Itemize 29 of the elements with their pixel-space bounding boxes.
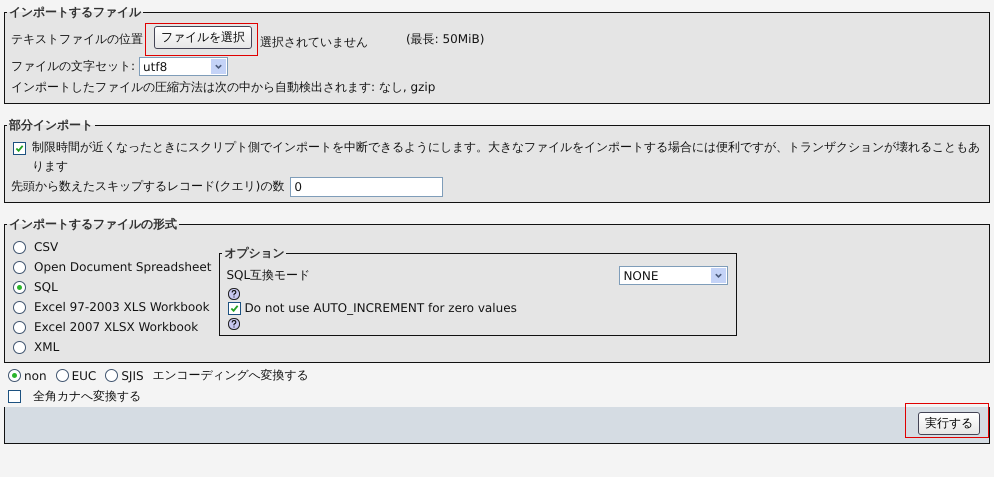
no-file-text: 選択されていません bbox=[260, 34, 368, 51]
checkbox-label: Do not use AUTO_INCREMENT for zero values bbox=[244, 301, 517, 315]
panel-title: インポートするファイルの形式 bbox=[8, 216, 178, 233]
radio-label: SQL bbox=[34, 280, 58, 294]
choose-file-button[interactable]: ファイルを選択 bbox=[154, 26, 252, 49]
radio-label: CSV bbox=[34, 240, 58, 254]
execute-button[interactable]: 実行する bbox=[918, 412, 980, 435]
radio-label: SJIS bbox=[121, 368, 144, 382]
encoding-label: エンコーディングへ変換する bbox=[152, 367, 309, 384]
skip-count-field[interactable]: 0 bbox=[290, 176, 444, 196]
charset-select[interactable]: utf8 bbox=[139, 57, 228, 76]
field-label: テキストファイルの位置 bbox=[11, 31, 143, 48]
field-label: ファイルの文字セット: bbox=[11, 58, 136, 75]
compression-note: インポートしたファイルの圧縮方法は次の中から自動検出されます: なし, gzip bbox=[11, 79, 436, 96]
max-size-text: (最長: 50MiB) bbox=[406, 31, 484, 48]
radio-label: Open Document Spreadsheet bbox=[34, 260, 212, 274]
radio-label: Excel 2007 XLSX Workbook bbox=[34, 320, 198, 334]
panel-title: 部分インポート bbox=[8, 117, 94, 134]
checkbox-label: 全角カナへ変換する bbox=[33, 388, 141, 405]
compat-mode-select[interactable]: NONE bbox=[619, 266, 728, 285]
radio-label: Excel 97-2003 XLS Workbook bbox=[34, 300, 210, 314]
panel-title: オプション bbox=[223, 245, 286, 262]
field-label: SQL互換モード bbox=[226, 267, 310, 284]
field-label: 先頭から数えたスキップするレコード(クエリ)の数 bbox=[11, 178, 284, 195]
radio-label: non bbox=[24, 368, 47, 382]
checkbox-label: 制限時間が近くなったときにスクリプト側でインポートを中断できるようにします。大きなファイルをインポートする場合には便利ですが、トランザクションが壊れることもあります bbox=[32, 139, 981, 175]
panel-title: インポートするファイル bbox=[8, 4, 142, 21]
radio-label: EUC bbox=[72, 368, 96, 382]
radio-label: XML bbox=[34, 340, 60, 354]
